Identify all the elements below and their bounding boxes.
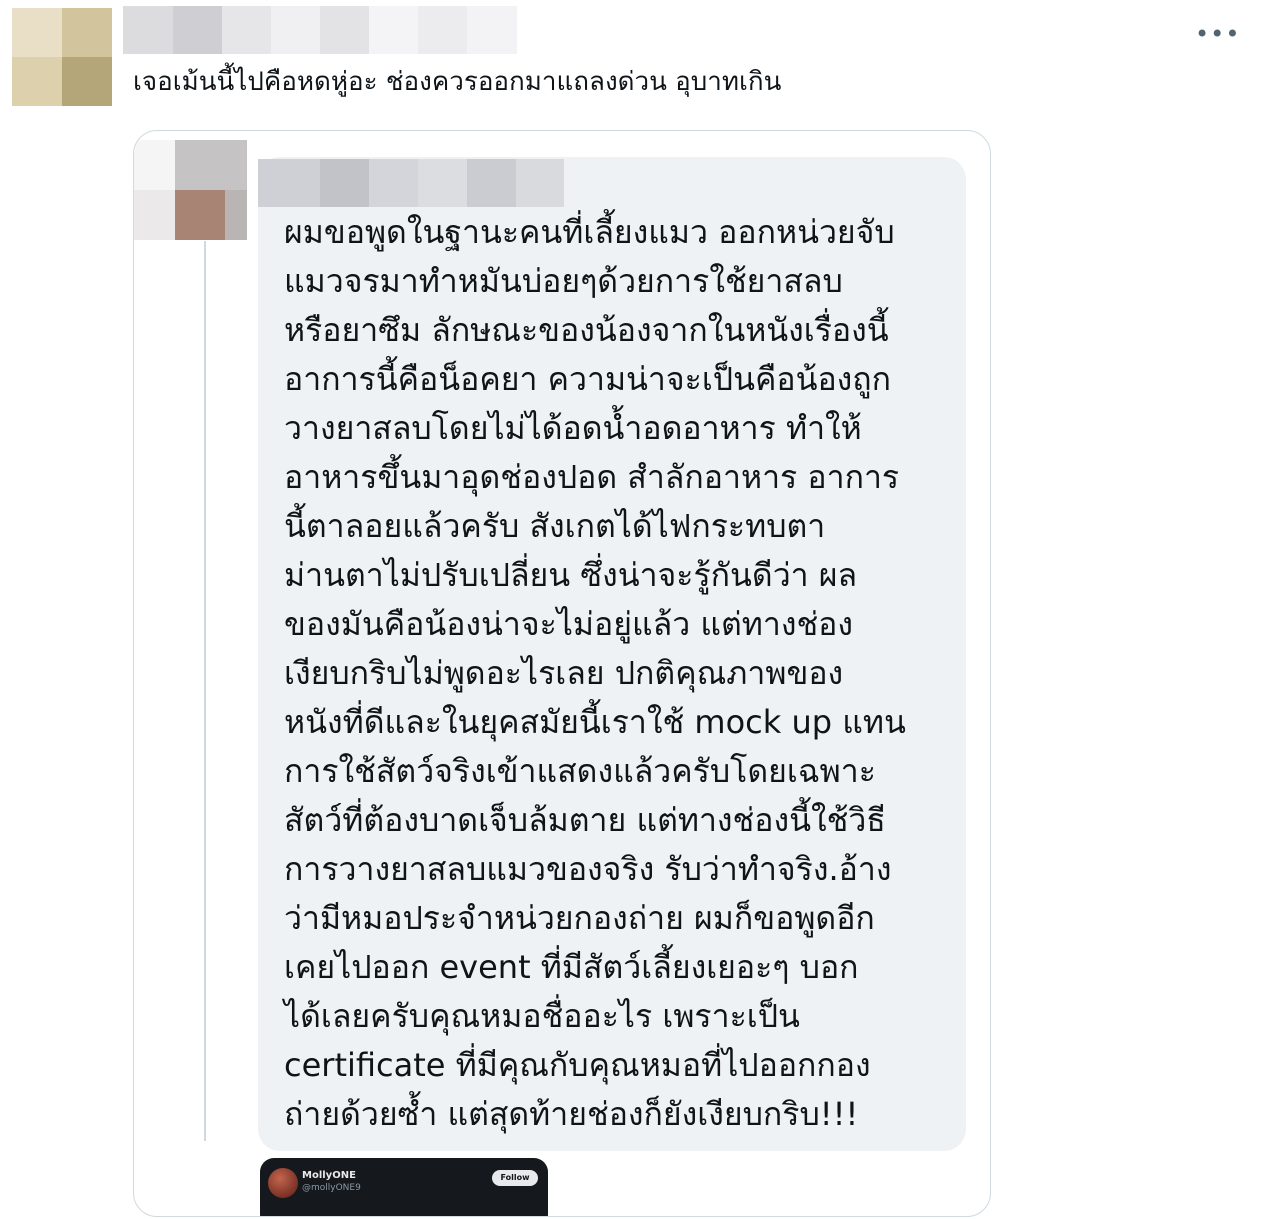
name-pixel	[320, 6, 369, 54]
quoted-author-name-redacted[interactable]	[258, 159, 564, 207]
name-pixel	[467, 6, 517, 54]
name-pixel	[222, 6, 271, 54]
name-pixel	[258, 159, 320, 207]
author-avatar[interactable]	[12, 8, 112, 106]
name-pixel	[173, 6, 222, 54]
quoted-post-card[interactable]: ผมขอพูดในฐานะคนที่เลี้ยงแมว ออกหน่วยจับ …	[133, 130, 991, 1217]
name-pixel	[516, 159, 564, 207]
avatar-pixel	[175, 140, 247, 190]
comment-line: เงียบกริบไม่พูดอะไรเลย ปกติคุณภาพของ	[284, 654, 844, 692]
name-pixel	[418, 6, 467, 54]
name-pixel	[123, 6, 173, 54]
comment-line: หนังที่ดีและในยุคสมัยนี้เราใช้ mock up แ…	[284, 703, 906, 741]
comment-line: สัตว์ที่ต้องบาดเจ็บล้มตาย แต่ทางช่องนี้ใ…	[284, 801, 886, 839]
comment-line: ม่านตาไม่ปรับเปลี่ยน ซึ่งน่าจะรู้กันดีว่…	[284, 556, 858, 594]
comment-line: การใช้สัตว์จริงเข้าแสดงแล้วครับโดยเฉพาะ	[284, 752, 876, 790]
comment-line: ถ่ายด้วยซ้ำ แต่สุดท้ายช่องก็ยังเงียบกริบ…	[284, 1095, 859, 1133]
avatar-pixel	[175, 190, 225, 240]
follow-button[interactable]: Follow	[492, 1170, 538, 1186]
embedded-author-name: MollyONE	[302, 1170, 356, 1181]
name-pixel	[369, 6, 418, 54]
name-pixel	[369, 159, 418, 207]
comment-text: ผมขอพูดในฐานะคนที่เลี้ยงแมว ออกหน่วยจับ …	[284, 208, 984, 1139]
comment-line: เคยไปออก event ที่มีสัตว์เลี้ยงเยอะๆ บอก	[284, 948, 859, 986]
comment-line: ว่ามีหมอประจำหน่วยกองถ่าย ผมก็ขอพูดอีก	[284, 899, 875, 937]
thread-line	[204, 241, 206, 1141]
embedded-avatar	[268, 1168, 298, 1198]
comment-line: วางยาสลบโดยไม่ได้อดน้ำอดอาหาร ทำให้	[284, 409, 862, 447]
comment-line: อาการนี้คือน็อคยา ความน่าจะเป็นคือน้องถู…	[284, 360, 892, 398]
avatar-pixel	[134, 140, 175, 190]
name-pixel	[418, 159, 467, 207]
comment-line: ได้เลยครับคุณหมอชื่ออะไร เพราะเป็น	[284, 997, 800, 1035]
name-pixel	[271, 6, 320, 54]
comment-line: อาหารขึ้นมาอุดช่องปอด สำลักอาหาร อาการ	[284, 458, 900, 496]
comment-line: นี้ตาลอยแล้วครับ สังเกตได้ไฟกระทบตา	[284, 507, 826, 545]
comment-line: certificate ที่มีคุณกับคุณหมอที่ไปออกกอง	[284, 1046, 871, 1084]
avatar-pixel	[225, 190, 247, 240]
avatar-pixel	[62, 57, 112, 106]
name-pixel	[320, 159, 369, 207]
avatar-pixel	[12, 57, 62, 106]
avatar-pixel	[12, 8, 62, 57]
comment-line: ผมขอพูดในฐานะคนที่เลี้ยงแมว ออกหน่วยจับ	[284, 213, 895, 251]
comment-line: การวางยาสลบแมวของจริง รับว่าทำจริง.อ้าง	[284, 850, 892, 888]
comment-line: หรือยาซึม ลักษณะของน้องจากในหนังเรื่องนี…	[284, 311, 889, 349]
author-name-redacted[interactable]	[123, 6, 517, 54]
comment-line: แมวจรมาทำหมันบ่อยๆด้วยการใช้ยาสลบ	[284, 262, 843, 300]
post-text: เจอเม้นนี้ไปคือหดหู่อะ ช่องควรออกมาแถลงด…	[133, 67, 782, 97]
avatar-pixel	[134, 190, 175, 240]
comment-line: ของมันคือน้องน่าจะไม่อยู่แล้ว แต่ทางช่อง	[284, 605, 853, 643]
embedded-tweet-preview[interactable]: MollyONE @mollyONE9 Follow	[260, 1158, 548, 1216]
quoted-author-avatar[interactable]	[134, 140, 247, 240]
name-pixel	[467, 159, 516, 207]
embedded-author-handle: @mollyONE9	[302, 1183, 361, 1193]
more-options-icon[interactable]: •••	[1195, 20, 1239, 52]
avatar-pixel	[62, 8, 112, 57]
